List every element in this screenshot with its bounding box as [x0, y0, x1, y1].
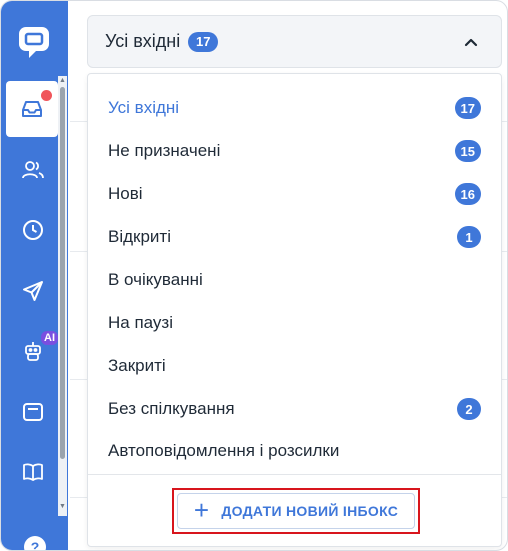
add-inbox-highlight: + ДОДАТИ НОВИЙ ІНБОКС: [172, 488, 420, 534]
users-icon: [22, 161, 44, 179]
filter-item-label: Нові: [108, 184, 143, 203]
filter-item-open[interactable]: Відкриті 1: [108, 222, 481, 252]
ai-badge: AI: [41, 331, 58, 345]
sidebar-item-knowledge-base[interactable]: [7, 444, 59, 500]
filter-item-label: Без спілкування: [108, 399, 235, 418]
filter-item-label: На паузі: [108, 313, 173, 332]
divider: [88, 474, 501, 475]
sidebar-item-contacts[interactable]: [7, 142, 59, 198]
book-icon: [23, 463, 43, 481]
send-icon: [23, 281, 43, 301]
filter-item-paused[interactable]: На паузі: [108, 308, 481, 338]
filter-count-badge: 1: [457, 226, 481, 248]
scroll-down-arrow-icon[interactable]: ▼: [59, 503, 66, 511]
filter-count-badge: 15: [454, 140, 481, 162]
sidebar-item-ai-bot[interactable]: AI: [7, 323, 59, 379]
sidebar-item-history[interactable]: [7, 202, 59, 258]
add-new-inbox-button[interactable]: + ДОДАТИ НОВИЙ ІНБОКС: [177, 493, 415, 529]
filter-item-label: В очікуванні: [108, 270, 203, 289]
scroll-up-arrow-icon[interactable]: ▲: [59, 77, 66, 85]
chevron-up-icon[interactable]: [463, 34, 479, 50]
filter-item-label: Автоповідомлення і розсилки: [108, 441, 340, 460]
notification-dot: [41, 90, 52, 101]
filter-item-auto-messages[interactable]: Автоповідомлення і розсилки: [108, 436, 481, 466]
svg-text:?: ?: [31, 539, 40, 551]
wallet-icon: [23, 403, 43, 421]
filter-count-badge: 17: [454, 97, 481, 119]
filter-item-new[interactable]: Нові 16: [108, 179, 481, 209]
header-count-badge: 17: [188, 31, 219, 52]
sidebar-item-campaigns[interactable]: [7, 263, 59, 319]
filter-item-no-conversation[interactable]: Без спілкування 2: [108, 394, 481, 424]
filter-count-badge: 16: [454, 183, 481, 205]
plus-icon: +: [193, 494, 210, 525]
help-icon[interactable]: ?: [23, 535, 47, 551]
app-window: AI ? ▲ ▼ Усі вхідні 17 Усі вхідні 17 Не …: [0, 0, 508, 551]
filter-item-all[interactable]: Усі вхідні 17: [108, 93, 481, 123]
chat-bubble-icon[interactable]: [17, 25, 51, 59]
filter-item-label: Не призначені: [108, 141, 221, 160]
filter-item-pending[interactable]: В очікуванні: [108, 265, 481, 295]
clock-icon: [23, 220, 43, 240]
filter-item-label: Закриті: [108, 356, 166, 375]
filter-item-unassigned[interactable]: Не призначені 15: [108, 136, 481, 166]
sidebar-scrollbar-thumb[interactable]: [60, 87, 65, 459]
filter-item-closed[interactable]: Закриті: [108, 351, 481, 381]
filter-item-label: Усі вхідні: [108, 98, 180, 117]
inbox-filter-header[interactable]: Усі вхідні 17: [87, 15, 502, 68]
header-title: Усі вхідні: [105, 31, 181, 51]
filter-count-badge: 2: [457, 398, 481, 420]
inbox-icon: [22, 101, 42, 117]
inbox-filter-dropdown: Усі вхідні 17 Не призначені 15 Нові 16 В…: [87, 73, 502, 547]
add-new-inbox-label: ДОДАТИ НОВИЙ ІНБОКС: [221, 503, 399, 519]
filter-item-label: Відкриті: [108, 227, 171, 246]
sidebar-item-inbox[interactable]: [6, 81, 58, 137]
sidebar-item-wallet[interactable]: [7, 384, 59, 440]
